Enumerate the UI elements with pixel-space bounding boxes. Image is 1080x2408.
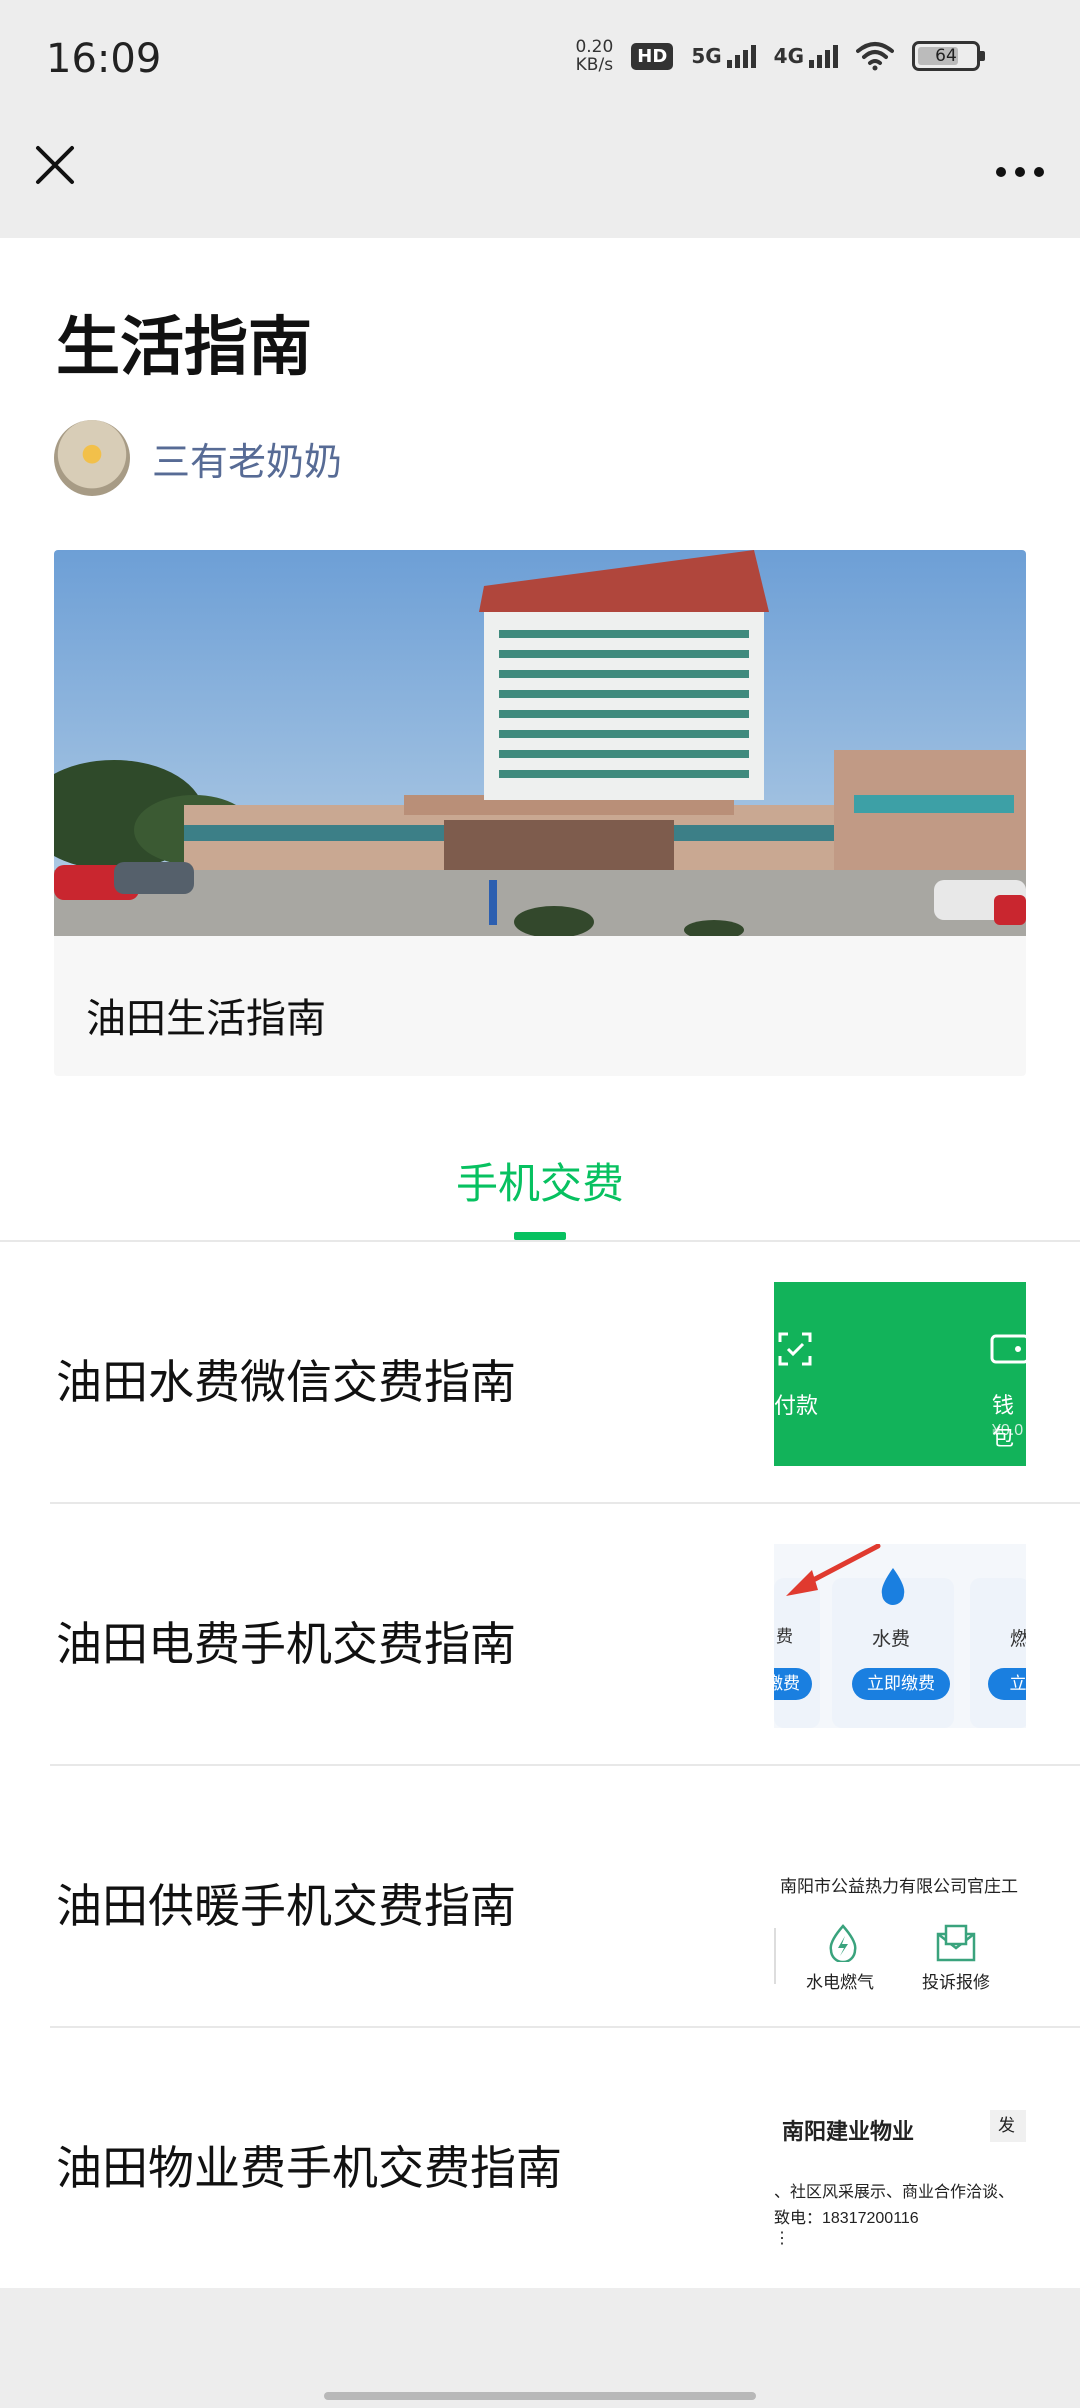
left-fragment: 费: [776, 1627, 793, 1646]
complaint-icon: [936, 1924, 976, 1962]
cover-image: [54, 550, 1026, 936]
list-item-heating[interactable]: 油田供暖手机交费指南 南阳市公益热力有限公司官庄工 水电燃气 投诉报修: [0, 1766, 1080, 2028]
nav-bar: [0, 120, 1080, 238]
thumbnail-heating: 南阳市公益热力有限公司官庄工 水电燃气 投诉报修: [774, 1806, 1026, 1990]
list-item-title: 油田物业费手机交费指南: [56, 2141, 562, 2195]
net-speed-unit: KB/s: [575, 55, 614, 75]
thumbnail-property: 南阳建业物业 发 、社区风采展示、商业合作洽谈、 致电：18317200116 …: [774, 2068, 1026, 2252]
list-item-title: 油田水费微信交费指南: [56, 1355, 516, 1409]
right-fragment: 燃: [1010, 1629, 1026, 1650]
wallet-icon: [990, 1334, 1026, 1364]
list-item-electric[interactable]: 油田电费手机交费指南 费 缴费 水费 立即缴费 燃 立: [0, 1504, 1080, 1766]
heating-company: 南阳市公益热力有限公司官庄工: [780, 1877, 1018, 1896]
battery-level: 64: [935, 46, 957, 66]
status-bar: 16:09 0.20 KB/s HD 5G 4G 64: [0, 0, 1080, 120]
thumbnail-water: 付款 钱包 ¥0.0: [774, 1282, 1026, 1466]
list-item-water[interactable]: 油田水费微信交费指南 付款 钱包 ¥0.0: [0, 1242, 1080, 1504]
network-4g-label: 4G: [773, 44, 804, 68]
wallet-amount: ¥0.0: [992, 1422, 1024, 1439]
thumbnail-electric: 费 缴费 水费 立即缴费 燃 立: [774, 1544, 1026, 1728]
scan-check-icon: [778, 1332, 812, 1366]
author-name[interactable]: 三有老奶奶: [152, 431, 342, 486]
service-label-1: 水电燃气: [806, 1973, 874, 1990]
red-arrow-icon: [786, 1544, 881, 1596]
pay-label: 付款: [774, 1393, 819, 1418]
battery-icon: 64: [912, 41, 985, 71]
pay-now-button: 立即缴费: [852, 1668, 950, 1700]
wallet-label: 钱包: [992, 1393, 1015, 1450]
card-fragment: [970, 1578, 1026, 1728]
close-button[interactable]: [30, 140, 80, 190]
list-item-title: 油田供暖手机交费指南: [56, 1879, 516, 1933]
avatar[interactable]: [54, 420, 130, 496]
cover-caption: 油田生活指南: [86, 996, 326, 1042]
hd-icon: HD: [631, 42, 674, 70]
list-item-property[interactable]: 油田物业费手机交费指南 南阳建业物业 发 、社区风采展示、商业合作洽谈、 致电：…: [0, 2028, 1080, 2290]
status-icons: 0.20 KB/s HD 5G 4G 64: [575, 38, 985, 74]
send-button: 发: [990, 2110, 1026, 2142]
home-indicator[interactable]: [324, 2392, 756, 2400]
signal-icon-2: 4G: [774, 44, 838, 68]
close-icon: [36, 146, 74, 184]
net-speed: 0.20 KB/s: [575, 38, 613, 74]
tab-mobile-payment[interactable]: 手机交费: [0, 1150, 1080, 1211]
cover-card[interactable]: 油田生活指南: [54, 550, 1026, 1076]
lightning-icon: [829, 1924, 857, 1962]
property-desc-2: 致电：18317200116: [774, 2210, 919, 2227]
author-row[interactable]: 三有老奶奶: [54, 420, 342, 496]
water-fee-label: 水费: [872, 1629, 911, 1650]
pay-button-fragment-right: 立: [988, 1668, 1026, 1700]
property-company: 南阳建业物业: [782, 2119, 915, 2144]
more-icon: [996, 167, 1006, 177]
more-button[interactable]: [990, 152, 1050, 192]
signal-icon: 5G: [691, 44, 756, 68]
wifi-icon: [856, 42, 894, 71]
page-title: 生活指南: [56, 311, 312, 385]
service-label-2: 投诉报修: [922, 1973, 990, 1990]
net-speed-value: 0.20: [575, 37, 614, 57]
network-5g-label: 5G: [691, 44, 722, 68]
tab-indicator: [514, 1232, 566, 1240]
pay-button-fragment: 缴费: [774, 1668, 812, 1700]
bottom-area: [0, 2288, 1080, 2408]
property-desc-3: ⋮: [774, 2230, 790, 2247]
status-time: 16:09: [46, 36, 162, 82]
list-item-title: 油田电费手机交费指南: [56, 1617, 516, 1671]
property-desc-1: 、社区风采展示、商业合作洽谈、: [774, 2184, 1015, 2201]
